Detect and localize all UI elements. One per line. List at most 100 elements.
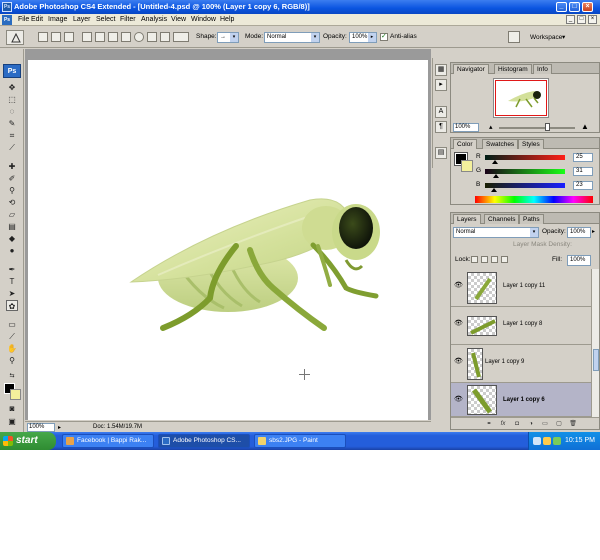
zoom-tool-icon[interactable]: ⚲: [6, 355, 18, 366]
line-icon[interactable]: [160, 32, 170, 42]
layer-row[interactable]: 👁 Layer 1 copy 11: [451, 269, 591, 307]
type-tool-icon[interactable]: T: [6, 276, 18, 287]
layers-scrollbar[interactable]: [591, 269, 599, 417]
gradient-tool-icon[interactable]: ▤: [6, 221, 18, 232]
actions-icon[interactable]: ▸: [435, 79, 447, 91]
tab-histogram[interactable]: Histogram: [494, 64, 532, 74]
tab-swatches[interactable]: Swatches: [482, 139, 519, 149]
doc-close-button[interactable]: ×: [588, 15, 597, 24]
eyedropper-tool-icon[interactable]: ⟋: [6, 142, 18, 153]
opacity-field[interactable]: 100% ▸: [349, 32, 377, 43]
tab-navigator[interactable]: Navigator: [453, 64, 489, 74]
zoom-field[interactable]: 100%: [27, 423, 55, 432]
paragraph-icon[interactable]: ¶: [435, 121, 447, 133]
taskbar-item-paint[interactable]: sbs2.JPG - Paint: [254, 434, 346, 448]
menu-image[interactable]: Image: [48, 14, 67, 26]
menu-filter[interactable]: Filter: [120, 14, 136, 26]
red-slider-knob[interactable]: [492, 160, 498, 164]
navigator-thumbnail[interactable]: [493, 78, 549, 118]
lock-pixels-icon[interactable]: [481, 256, 488, 263]
tab-layers[interactable]: Layers: [453, 214, 481, 224]
swap-colors-icon[interactable]: ⇆: [6, 371, 18, 382]
new-group-icon[interactable]: ▭: [541, 420, 549, 428]
workspace-menu[interactable]: Workspace ▾: [504, 30, 572, 45]
layer-style-icon[interactable]: fx: [499, 420, 507, 428]
mode-select[interactable]: Normal ▾: [264, 32, 320, 43]
paths-button[interactable]: [51, 32, 61, 42]
menu-help[interactable]: Help: [220, 14, 234, 26]
lock-all-icon[interactable]: [501, 256, 508, 263]
brush-tool-icon[interactable]: ✐: [6, 173, 18, 184]
tool-preset-picker[interactable]: [6, 30, 24, 45]
tab-paths[interactable]: Paths: [519, 214, 544, 224]
pen-tool-icon[interactable]: ✒: [6, 264, 18, 275]
freeform-pen-icon[interactable]: [95, 32, 105, 42]
blend-mode-select[interactable]: Normal ▾: [453, 227, 539, 238]
history-brush-tool-icon[interactable]: ⟲: [6, 197, 18, 208]
menu-select[interactable]: Select: [96, 14, 115, 26]
zoom-out-icon[interactable]: ▴: [489, 123, 493, 131]
blue-slider-knob[interactable]: [491, 188, 497, 192]
pen-icon[interactable]: [82, 32, 92, 42]
tab-channels[interactable]: Channels: [484, 214, 520, 224]
maximize-button[interactable]: □: [569, 2, 580, 12]
menu-analysis[interactable]: Analysis: [141, 14, 167, 26]
minimize-button[interactable]: _: [556, 2, 567, 12]
eye-icon[interactable]: 👁: [454, 320, 463, 327]
rounded-rectangle-icon[interactable]: [121, 32, 131, 42]
lock-transparency-icon[interactable]: [471, 256, 478, 263]
eye-icon[interactable]: 👁: [454, 396, 463, 403]
layer-opacity-arrow[interactable]: ▸: [592, 228, 595, 235]
layer-row[interactable]: 👁 Layer 1 copy 9: [451, 345, 591, 383]
move-tool-icon[interactable]: ✥: [6, 82, 18, 93]
eye-icon[interactable]: 👁: [454, 358, 463, 365]
custom-shape-tool-icon[interactable]: ✿: [6, 300, 18, 311]
close-button[interactable]: ×: [582, 2, 593, 12]
network-icon[interactable]: [543, 437, 551, 445]
color-background-swatch[interactable]: [461, 160, 473, 172]
tab-info[interactable]: Info: [533, 64, 552, 74]
delete-layer-icon[interactable]: 🗑: [569, 420, 577, 428]
fill-pixels-button[interactable]: [64, 32, 74, 42]
tab-styles[interactable]: Styles: [518, 139, 544, 149]
blue-value[interactable]: 23: [573, 181, 593, 190]
menu-view[interactable]: View: [171, 14, 186, 26]
navigator-zoom-slider-thumb[interactable]: [545, 123, 550, 131]
doc-minimize-button[interactable]: _: [566, 15, 575, 24]
green-slider-knob[interactable]: [493, 174, 499, 178]
green-value[interactable]: 31: [573, 167, 593, 176]
dodge-tool-icon[interactable]: ●: [6, 245, 18, 256]
tab-color[interactable]: Color: [453, 139, 477, 149]
lock-position-icon[interactable]: [491, 256, 498, 263]
color-spectrum-bar[interactable]: [475, 196, 593, 203]
polygon-icon[interactable]: [147, 32, 157, 42]
fill-field[interactable]: 100%: [567, 255, 591, 266]
menu-window[interactable]: Window: [191, 14, 216, 26]
notes-tool-icon[interactable]: ▭: [6, 319, 18, 330]
navigator-zoom-slider[interactable]: [499, 127, 575, 129]
navigator-zoom-field[interactable]: 100%: [453, 123, 479, 132]
screen-mode-icon[interactable]: ▣: [6, 416, 18, 427]
add-mask-icon[interactable]: ◘: [513, 420, 521, 428]
adjustment-layer-icon[interactable]: ◑: [527, 420, 535, 428]
rectangle-icon[interactable]: [108, 32, 118, 42]
layer-row[interactable]: 👁 Layer 1 copy 8: [451, 307, 591, 345]
layer-opacity-field[interactable]: 100%: [567, 227, 591, 238]
antialias-checkbox[interactable]: ✓: [380, 33, 388, 41]
eye-icon[interactable]: 👁: [454, 282, 463, 289]
character-icon[interactable]: A: [435, 106, 447, 118]
doc-restore-button[interactable]: □: [577, 15, 586, 24]
security-icon[interactable]: [553, 437, 561, 445]
layers-scrollbar-thumb[interactable]: [593, 349, 599, 371]
clone-stamp-tool-icon[interactable]: ⚲: [6, 185, 18, 196]
red-value[interactable]: 25: [573, 153, 593, 162]
custom-shape-icon[interactable]: [173, 32, 189, 42]
document-canvas[interactable]: [28, 60, 428, 420]
ellipse-icon[interactable]: [134, 32, 144, 42]
volume-icon[interactable]: [533, 437, 541, 445]
lasso-tool-icon[interactable]: ◌: [6, 106, 18, 117]
eraser-tool-icon[interactable]: ▱: [6, 209, 18, 220]
hand-tool-icon[interactable]: ✋: [6, 343, 18, 354]
background-color-swatch[interactable]: [10, 389, 21, 400]
shape-layers-button[interactable]: [38, 32, 48, 42]
